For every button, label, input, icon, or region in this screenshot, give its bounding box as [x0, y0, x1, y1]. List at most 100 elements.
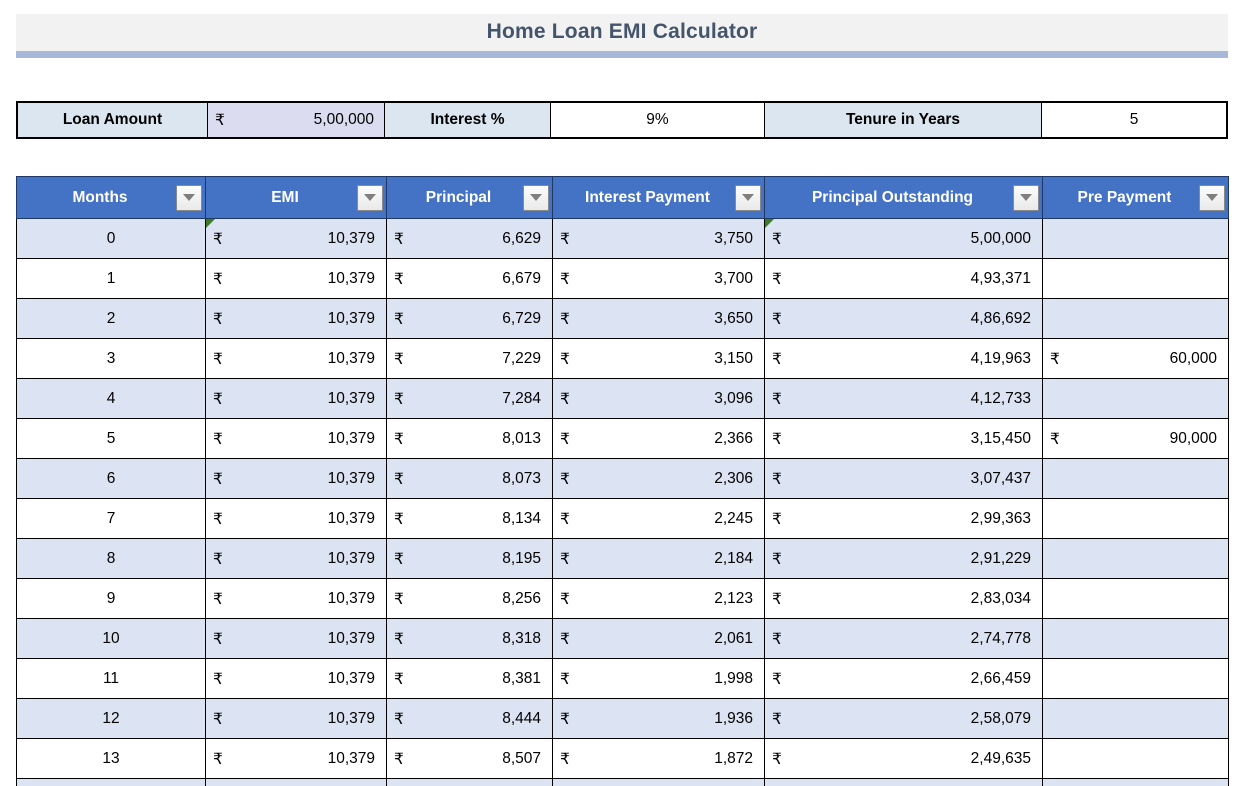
cell-pre-payment[interactable]: ₹: [1042, 458, 1229, 499]
cell-principal-outstanding[interactable]: ₹4,93,371: [764, 258, 1043, 299]
cell-months[interactable]: 8: [16, 538, 206, 579]
cell-principal-outstanding[interactable]: ₹4,19,963: [764, 338, 1043, 379]
table-row[interactable]: 13₹10,379₹8,507₹1,872₹2,49,635₹: [16, 738, 1229, 779]
cell-principal-outstanding[interactable]: ₹4,12,733: [764, 378, 1043, 419]
filter-dropdown-icon[interactable]: [1199, 184, 1225, 211]
cell-interest-payment[interactable]: ₹2,123: [552, 578, 765, 619]
cell-pre-payment[interactable]: ₹: [1042, 698, 1229, 739]
cell-principal-outstanding[interactable]: ₹2,74,778: [764, 618, 1043, 659]
cell-emi[interactable]: ₹10,379: [205, 298, 387, 339]
cell-principal-outstanding[interactable]: ₹3,07,437: [764, 458, 1043, 499]
column-header-months[interactable]: Months: [16, 176, 206, 219]
table-row[interactable]: 6₹10,379₹8,073₹2,306₹3,07,437₹: [16, 458, 1229, 499]
cell-principal[interactable]: ₹6,679: [386, 258, 553, 299]
cell-principal-outstanding[interactable]: ₹3,15,450: [764, 418, 1043, 459]
filter-dropdown-icon[interactable]: [735, 184, 761, 211]
cell-interest-payment[interactable]: ₹2,061: [552, 618, 765, 659]
filter-dropdown-icon[interactable]: [523, 184, 549, 211]
cell-months[interactable]: 10: [16, 618, 206, 659]
cell-interest-payment[interactable]: ₹3,750: [552, 218, 765, 259]
table-row[interactable]: 9₹10,379₹8,256₹2,123₹2,83,034₹: [16, 578, 1229, 619]
table-row[interactable]: 10₹10,379₹8,318₹2,061₹2,74,778₹: [16, 618, 1229, 659]
cell-interest-payment[interactable]: ₹2,306: [552, 458, 765, 499]
table-row[interactable]: 2₹10,379₹6,729₹3,650₹4,86,692₹: [16, 298, 1229, 339]
cell-months[interactable]: 12: [16, 698, 206, 739]
cell-pre-payment[interactable]: ₹: [1042, 298, 1229, 339]
cell-emi[interactable]: ₹10,379: [205, 658, 387, 699]
cell-months[interactable]: 0: [16, 218, 206, 259]
cell-months[interactable]: 3: [16, 338, 206, 379]
cell-emi[interactable]: ₹10,379: [205, 698, 387, 739]
cell-pre-payment[interactable]: ₹: [1042, 218, 1229, 259]
column-header-interest-payment[interactable]: Interest Payment: [552, 176, 765, 219]
cell-pre-payment[interactable]: ₹: [1042, 618, 1229, 659]
cell-principal-outstanding[interactable]: ₹2,58,079: [764, 698, 1043, 739]
filter-dropdown-icon[interactable]: [1013, 184, 1039, 211]
cell-emi[interactable]: ₹10,379: [205, 378, 387, 419]
cell-clipped[interactable]: [552, 778, 765, 786]
loan-amount-field[interactable]: ₹ 5,00,000: [208, 103, 385, 137]
cell-pre-payment[interactable]: ₹: [1042, 738, 1229, 779]
cell-clipped[interactable]: [16, 778, 206, 786]
cell-emi[interactable]: ₹10,379: [205, 258, 387, 299]
cell-pre-payment[interactable]: ₹: [1042, 498, 1229, 539]
cell-principal-outstanding[interactable]: ₹2,91,229: [764, 538, 1043, 579]
cell-principal[interactable]: ₹8,444: [386, 698, 553, 739]
cell-emi[interactable]: ₹10,379: [205, 738, 387, 779]
cell-principal[interactable]: ₹8,073: [386, 458, 553, 499]
cell-interest-payment[interactable]: ₹2,366: [552, 418, 765, 459]
interest-rate-field[interactable]: 9%: [551, 103, 765, 137]
table-row[interactable]: 7₹10,379₹8,134₹2,245₹2,99,363₹: [16, 498, 1229, 539]
cell-principal[interactable]: ₹8,318: [386, 618, 553, 659]
cell-interest-payment[interactable]: ₹1,998: [552, 658, 765, 699]
cell-principal[interactable]: ₹7,284: [386, 378, 553, 419]
cell-emi[interactable]: ₹10,379: [205, 418, 387, 459]
cell-principal[interactable]: ₹8,013: [386, 418, 553, 459]
filter-dropdown-icon[interactable]: [357, 184, 383, 211]
cell-interest-payment[interactable]: ₹1,936: [552, 698, 765, 739]
table-row[interactable]: 0₹10,379₹6,629₹3,750₹5,00,000₹: [16, 218, 1229, 259]
column-header-emi[interactable]: EMI: [205, 176, 387, 219]
cell-interest-payment[interactable]: ₹3,150: [552, 338, 765, 379]
cell-interest-payment[interactable]: ₹2,245: [552, 498, 765, 539]
cell-clipped[interactable]: [386, 778, 553, 786]
cell-principal[interactable]: ₹6,629: [386, 218, 553, 259]
cell-principal[interactable]: ₹8,381: [386, 658, 553, 699]
cell-principal[interactable]: ₹8,256: [386, 578, 553, 619]
cell-pre-payment[interactable]: ₹: [1042, 538, 1229, 579]
cell-pre-payment[interactable]: ₹: [1042, 578, 1229, 619]
table-row[interactable]: 11₹10,379₹8,381₹1,998₹2,66,459₹: [16, 658, 1229, 699]
cell-principal[interactable]: ₹6,729: [386, 298, 553, 339]
cell-interest-payment[interactable]: ₹3,096: [552, 378, 765, 419]
cell-pre-payment[interactable]: ₹90,000: [1042, 418, 1229, 459]
column-header-pre-payment[interactable]: Pre Payment: [1042, 176, 1229, 219]
cell-interest-payment[interactable]: ₹1,872: [552, 738, 765, 779]
cell-months[interactable]: 11: [16, 658, 206, 699]
cell-emi[interactable]: ₹10,379: [205, 538, 387, 579]
cell-months[interactable]: 7: [16, 498, 206, 539]
cell-emi[interactable]: ₹10,379: [205, 338, 387, 379]
cell-pre-payment[interactable]: ₹60,000: [1042, 338, 1229, 379]
cell-clipped[interactable]: [205, 778, 387, 786]
table-row[interactable]: 12₹10,379₹8,444₹1,936₹2,58,079₹: [16, 698, 1229, 739]
table-row[interactable]: 5 ₹10,379 ₹8,013 ₹2,366 ₹3,15,450 ₹90,000: [16, 418, 1229, 459]
cell-months[interactable]: 6: [16, 458, 206, 499]
filter-dropdown-icon[interactable]: [176, 184, 202, 211]
cell-interest-payment[interactable]: ₹3,650: [552, 298, 765, 339]
table-row[interactable]: [16, 778, 1229, 786]
cell-months[interactable]: 5: [16, 418, 206, 459]
column-header-principal[interactable]: Principal: [386, 176, 553, 219]
column-header-principal-outstanding[interactable]: Principal Outstanding: [764, 176, 1043, 219]
tenure-field[interactable]: 5: [1042, 103, 1226, 137]
cell-emi[interactable]: ₹10,379: [205, 218, 387, 259]
cell-principal-outstanding[interactable]: ₹2,83,034: [764, 578, 1043, 619]
table-row[interactable]: 8₹10,379₹8,195₹2,184₹2,91,229₹: [16, 538, 1229, 579]
table-row[interactable]: 1₹10,379₹6,679₹3,700₹4,93,371₹: [16, 258, 1229, 299]
cell-emi[interactable]: ₹10,379: [205, 578, 387, 619]
cell-pre-payment[interactable]: ₹: [1042, 258, 1229, 299]
cell-principal-outstanding[interactable]: ₹2,49,635: [764, 738, 1043, 779]
cell-months[interactable]: 1: [16, 258, 206, 299]
cell-clipped[interactable]: [764, 778, 1043, 786]
cell-principal-outstanding[interactable]: ₹2,66,459: [764, 658, 1043, 699]
cell-emi[interactable]: ₹10,379: [205, 498, 387, 539]
